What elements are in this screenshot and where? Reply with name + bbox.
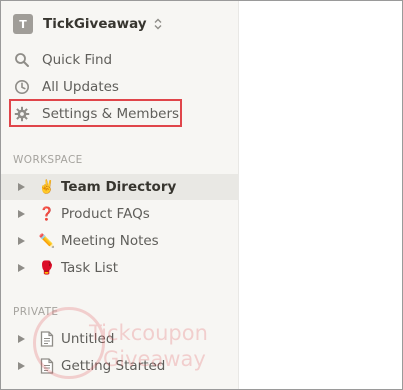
page-label: Task List	[61, 260, 119, 276]
caret-right-icon[interactable]	[18, 263, 25, 272]
highlight-outline	[9, 99, 182, 127]
private-section-title: PRIVATE	[13, 306, 59, 318]
question-mark-icon: ❓	[38, 206, 56, 222]
page-label: Untitled	[61, 331, 115, 347]
page-item-team-directory[interactable]: ✌️ Team Directory	[1, 174, 238, 200]
clock-icon	[13, 78, 31, 96]
workspace-switcher[interactable]: T TickGiveaway	[13, 13, 163, 35]
page-label: Meeting Notes	[61, 233, 159, 249]
main-content-area	[239, 1, 402, 389]
page-item-untitled[interactable]: Untitled	[1, 326, 238, 352]
page-item-product-faqs[interactable]: ❓ Product FAQs	[1, 201, 238, 227]
page-item-meeting-notes[interactable]: ✏️ Meeting Notes	[1, 228, 238, 254]
quick-find-label: Quick Find	[42, 52, 113, 68]
page-label: Getting Started	[61, 358, 166, 374]
page-label: Team Directory	[61, 179, 177, 195]
caret-right-icon[interactable]	[18, 236, 25, 245]
page-label: Product FAQs	[61, 206, 150, 222]
document-icon	[38, 357, 56, 375]
caret-right-icon[interactable]	[18, 334, 25, 343]
caret-right-icon[interactable]	[18, 361, 25, 370]
all-updates-label: All Updates	[42, 79, 119, 95]
page-item-task-list[interactable]: 🥊 Task List	[1, 255, 238, 281]
quick-find-button[interactable]: Quick Find	[13, 49, 112, 71]
all-updates-button[interactable]: All Updates	[13, 76, 119, 98]
page-item-getting-started[interactable]: Getting Started	[1, 353, 238, 379]
sidebar: T TickGiveaway Quick Find All Updates Se…	[1, 1, 239, 389]
search-icon	[13, 51, 31, 69]
document-icon	[38, 330, 56, 348]
workspace-section-title: WORKSPACE	[13, 154, 83, 166]
boxing-glove-icon: 🥊	[38, 260, 56, 276]
chevron-up-down-icon	[153, 18, 163, 30]
pencil-icon: ✏️	[38, 233, 56, 249]
workspace-avatar: T	[13, 14, 33, 34]
caret-right-icon[interactable]	[18, 182, 25, 191]
app-window: T TickGiveaway Quick Find All Updates Se…	[0, 0, 403, 390]
caret-right-icon[interactable]	[18, 209, 25, 218]
victory-hand-icon: ✌️	[38, 179, 56, 195]
workspace-name: TickGiveaway	[43, 16, 147, 32]
